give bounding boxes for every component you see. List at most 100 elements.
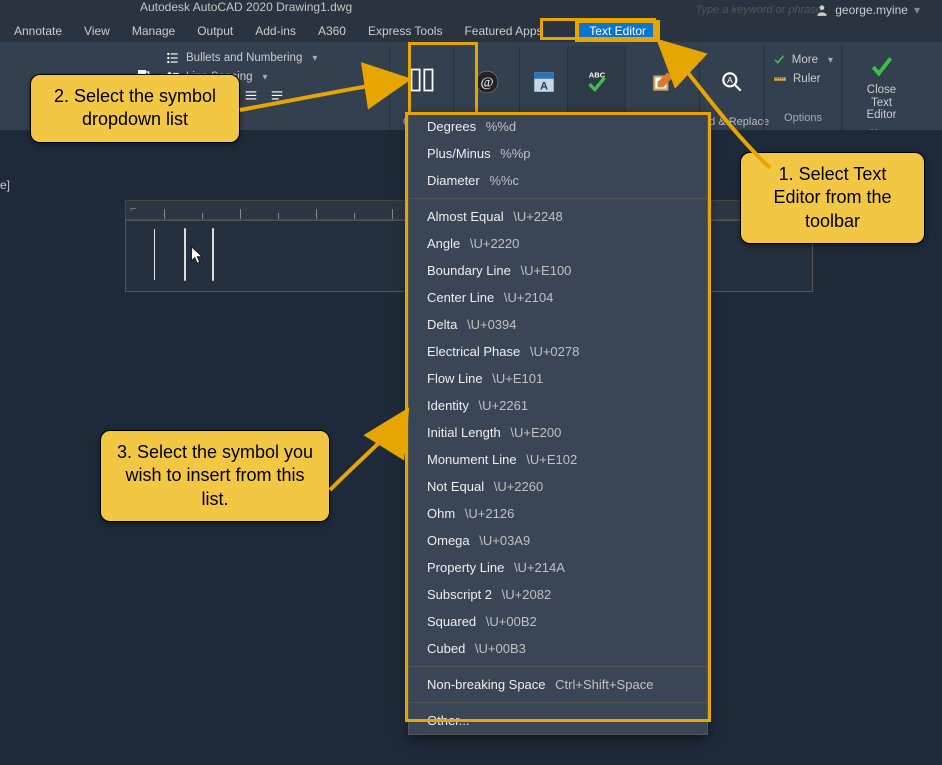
symbol-menu-item-label: Subscript 2 bbox=[427, 587, 492, 602]
callout-2: 2. Select the symbol dropdown list bbox=[30, 74, 240, 143]
bullets-label: Bullets and Numbering bbox=[186, 52, 302, 64]
symbol-menu-item-code: \U+E200 bbox=[507, 425, 562, 440]
symbol-menu-item[interactable]: Diameter %%c bbox=[409, 167, 707, 194]
symbol-menu-item-label: Diameter bbox=[427, 173, 480, 188]
symbol-menu-item-code: %%p bbox=[497, 146, 531, 161]
symbol-menu-item-code: \U+E101 bbox=[489, 371, 544, 386]
app-title: Autodesk AutoCAD 2020 Drawing1.dwg bbox=[140, 0, 352, 14]
symbol-menu-item-code: \U+2104 bbox=[500, 290, 553, 305]
symbol-menu-item[interactable]: Flow Line \U+E101 bbox=[409, 365, 707, 392]
close-label: Close Text Editor bbox=[861, 84, 902, 122]
ruler-label: Ruler bbox=[793, 73, 820, 85]
symbol-menu-item-code: Ctrl+Shift+Space bbox=[552, 677, 654, 692]
symbol-menu-item[interactable]: Almost Equal \U+2248 bbox=[409, 203, 707, 230]
symbol-menu-item-code: \U+0278 bbox=[526, 344, 579, 359]
more-dropdown[interactable]: More bbox=[773, 52, 833, 68]
symbol-menu-item-code: \U+2126 bbox=[461, 506, 514, 521]
align-distribute-button[interactable] bbox=[270, 89, 284, 106]
menu-a360[interactable]: A360 bbox=[308, 22, 356, 40]
symbol-menu-item-label: Other... bbox=[427, 713, 470, 728]
align-justify-button[interactable] bbox=[244, 89, 258, 106]
symbol-menu-item-code: \U+2248 bbox=[510, 209, 563, 224]
symbol-menu-item[interactable]: Plus/Minus %%p bbox=[409, 140, 707, 167]
symbol-menu-item-label: Boundary Line bbox=[427, 263, 511, 278]
symbol-menu-item-code: \U+2082 bbox=[498, 587, 551, 602]
find-replace-button[interactable]: A bbox=[709, 65, 755, 99]
user-name: george.myine bbox=[835, 3, 908, 17]
symbol-menu-item[interactable]: Not Equal \U+2260 bbox=[409, 473, 707, 500]
at-symbol-icon: @ bbox=[474, 69, 500, 95]
columns-dropdown[interactable] bbox=[408, 66, 436, 97]
symbol-menu-item-label: Initial Length bbox=[427, 425, 501, 440]
symbol-menu-item[interactable]: Initial Length \U+E200 bbox=[409, 419, 707, 446]
symbol-menu-item[interactable]: Electrical Phase \U+0278 bbox=[409, 338, 707, 365]
bullets-icon bbox=[166, 51, 180, 65]
symbol-menu-item-code: \U+2261 bbox=[475, 398, 528, 413]
menu-addins[interactable]: Add-ins bbox=[245, 22, 306, 40]
symbol-menu-item[interactable]: Non-breaking Space Ctrl+Shift+Space bbox=[409, 671, 707, 698]
symbol-menu-item-label: Flow Line bbox=[427, 371, 483, 386]
symbol-menu-item[interactable]: Subscript 2 \U+2082 bbox=[409, 581, 707, 608]
symbol-menu-item[interactable]: Delta \U+0394 bbox=[409, 311, 707, 338]
symbol-menu-item-code: \U+2220 bbox=[466, 236, 519, 251]
symbol-menu-item[interactable]: Ohm \U+2126 bbox=[409, 500, 707, 527]
symbol-menu-item-code: \U+E100 bbox=[517, 263, 572, 278]
menu-express[interactable]: Express Tools bbox=[358, 22, 452, 40]
spell-check-button[interactable]: ABC bbox=[574, 65, 620, 99]
symbol-menu-item-code: \U+0394 bbox=[463, 317, 516, 332]
symbol-menu-item[interactable]: Center Line \U+2104 bbox=[409, 284, 707, 311]
symbol-menu-item-label: Cubed bbox=[427, 641, 465, 656]
symbol-menu-item-label: Plus/Minus bbox=[427, 146, 491, 161]
mouse-cursor-icon bbox=[190, 245, 206, 268]
close-text-editor-button[interactable]: Close Text Editor bbox=[851, 50, 912, 126]
symbol-menu-item[interactable]: Property Line \U+214A bbox=[409, 554, 707, 581]
symbol-menu-item[interactable]: Squared \U+00B2 bbox=[409, 608, 707, 635]
menu-annotate[interactable]: Annotate bbox=[4, 22, 72, 40]
callout-3: 3. Select the symbol you wish to insert … bbox=[100, 430, 330, 522]
search-placeholder[interactable]: Type a keyword or phrase bbox=[696, 4, 822, 16]
dictionary-pencil-icon bbox=[650, 69, 676, 95]
edit-dictionaries-button[interactable] bbox=[640, 65, 686, 99]
symbol-menu-item-code: \U+2260 bbox=[490, 479, 543, 494]
symbol-dropdown[interactable]: @ bbox=[464, 65, 510, 99]
menu-view[interactable]: View bbox=[74, 22, 120, 40]
callout-1: 1. Select Text Editor from the toolbar bbox=[740, 152, 925, 244]
menu-output[interactable]: Output bbox=[187, 22, 243, 40]
symbol-menu-item[interactable]: Boundary Line \U+E100 bbox=[409, 257, 707, 284]
menu-manage[interactable]: Manage bbox=[122, 22, 185, 40]
symbol-menu-item-code: \U+00B2 bbox=[482, 614, 537, 629]
symbol-menu-item-label: Ohm bbox=[427, 506, 455, 521]
symbol-menu-item-code: %%c bbox=[486, 173, 519, 188]
symbol-menu-item-label: Delta bbox=[427, 317, 457, 332]
symbol-menu-item-label: Angle bbox=[427, 236, 460, 251]
symbol-menu-item[interactable]: Degrees %%d bbox=[409, 113, 707, 140]
bullets-numbering-dropdown[interactable]: Bullets and Numbering bbox=[166, 50, 381, 66]
symbol-menu-item-label: Omega bbox=[427, 533, 470, 548]
check-abc-icon: ABC bbox=[584, 69, 610, 95]
symbol-menu-item[interactable]: Identity \U+2261 bbox=[409, 392, 707, 419]
symbol-menu-item[interactable]: Omega \U+03A9 bbox=[409, 527, 707, 554]
symbol-menu-item[interactable]: Monument Line \U+E102 bbox=[409, 446, 707, 473]
field-button[interactable]: A bbox=[521, 65, 567, 99]
more-label: More bbox=[792, 54, 818, 66]
symbol-menu-item[interactable]: Other... bbox=[409, 707, 707, 734]
symbol-menu-item[interactable]: Cubed \U+00B3 bbox=[409, 635, 707, 662]
ruler-icon bbox=[773, 72, 787, 86]
symbol-menu-item-label: Center Line bbox=[427, 290, 494, 305]
symbol-menu-item-label: Squared bbox=[427, 614, 476, 629]
symbol-menu-item-label: Almost Equal bbox=[427, 209, 504, 224]
menu-featured[interactable]: Featured Apps bbox=[454, 22, 552, 40]
user-menu[interactable]: george.myine ▾ bbox=[815, 3, 920, 17]
symbol-menu-item-label: Degrees bbox=[427, 119, 476, 134]
svg-text:A: A bbox=[540, 81, 548, 93]
columns-icon bbox=[408, 66, 436, 94]
ruler-toggle[interactable]: Ruler bbox=[773, 71, 833, 87]
field-icon: A bbox=[531, 69, 557, 95]
tab-text-editor[interactable]: Text Editor bbox=[577, 21, 658, 41]
options-panel-label: Options bbox=[773, 110, 833, 126]
symbol-menu-item-label: Not Equal bbox=[427, 479, 484, 494]
symbol-menu-item-code: \U+00B3 bbox=[471, 641, 526, 656]
menu-bar: Annotate View Manage Output Add-ins A360… bbox=[0, 20, 942, 42]
symbol-menu-item[interactable]: Angle \U+2220 bbox=[409, 230, 707, 257]
title-bar: Autodesk AutoCAD 2020 Drawing1.dwg Type … bbox=[0, 0, 942, 20]
